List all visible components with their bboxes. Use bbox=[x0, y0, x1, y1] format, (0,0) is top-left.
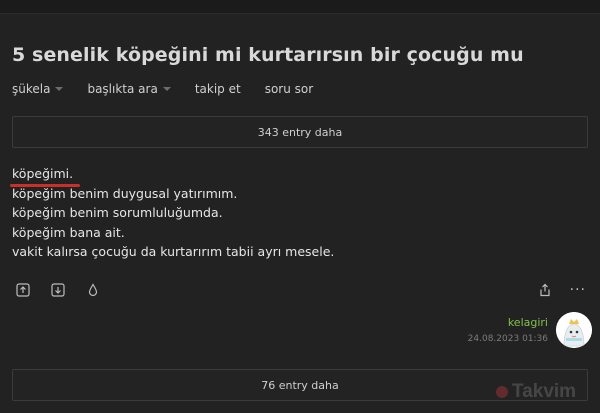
entry-vote-actions bbox=[16, 283, 121, 297]
entry-date[interactable]: 24.08.2023 01:36 bbox=[468, 334, 548, 344]
entry-line: köpeğimi. bbox=[12, 166, 74, 181]
watermark-dot-icon bbox=[496, 386, 508, 398]
entry-line: köpeğim benim duygusal yatırımım. bbox=[12, 185, 238, 201]
entry-content: köpeğimi. köpeğim benim duygusal yatırım… bbox=[12, 164, 572, 262]
top-bar bbox=[0, 0, 600, 14]
entry-line: vakit kalırsa çocuğu da kurtarırım tabii… bbox=[12, 244, 335, 259]
sort-dropdown[interactable]: şükela bbox=[12, 82, 64, 96]
entry-line: köpeğim bana ait. bbox=[12, 224, 125, 240]
chevron-down-icon bbox=[162, 87, 171, 91]
author-link[interactable]: kelagiri bbox=[508, 316, 548, 329]
entry-line: köpeğim benim sorumluluğumda. bbox=[12, 205, 223, 220]
follow-label: takip et bbox=[194, 82, 241, 96]
topic-subnav: şükela başlıkta ara takip et soru sor bbox=[12, 82, 337, 96]
chevron-down-icon bbox=[55, 87, 64, 91]
more-dots-icon[interactable]: ··· bbox=[570, 283, 586, 297]
watermark-logo: Takvim bbox=[496, 381, 576, 403]
entry-share-actions: ··· bbox=[520, 283, 586, 297]
sort-label: şükela bbox=[12, 82, 51, 96]
downvote-icon[interactable] bbox=[51, 283, 65, 297]
load-more-label: 343 entry daha bbox=[257, 125, 343, 139]
ask-question-link[interactable]: soru sor bbox=[265, 82, 313, 96]
upvote-icon[interactable] bbox=[16, 283, 30, 297]
search-in-topic-dropdown[interactable]: başlıkta ara bbox=[87, 82, 171, 96]
load-more-bottom-label: 76 entry daha bbox=[261, 378, 339, 392]
load-more-entries-button[interactable]: 343 entry daha bbox=[12, 116, 588, 148]
page-title: 5 senelik köpeğini mi kurtarırsın bir ço… bbox=[12, 44, 524, 66]
ghost-avatar-icon bbox=[556, 312, 592, 348]
highlight-underline bbox=[10, 184, 80, 187]
watermark-text: Takvim bbox=[512, 381, 577, 402]
ask-question-label: soru sor bbox=[264, 82, 314, 96]
avatar[interactable] bbox=[556, 312, 592, 348]
drop-icon[interactable] bbox=[86, 283, 100, 297]
search-in-topic-label: başlıkta ara bbox=[87, 82, 158, 96]
follow-link[interactable]: takip et bbox=[195, 82, 241, 96]
share-icon[interactable] bbox=[538, 283, 552, 297]
